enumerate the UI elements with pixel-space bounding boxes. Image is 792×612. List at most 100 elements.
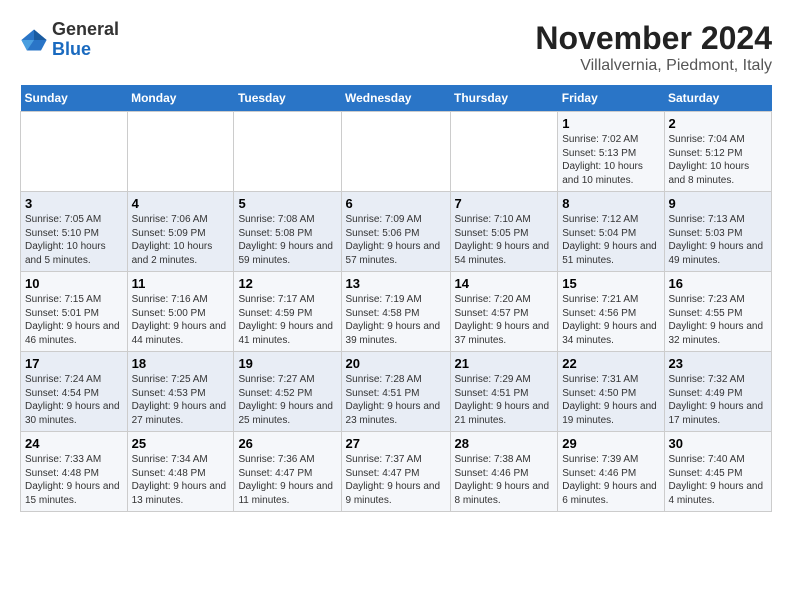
day-info: Sunrise: 7:31 AM Sunset: 4:50 PM Dayligh…: [562, 373, 659, 427]
calendar-cell: 20Sunrise: 7:28 AM Sunset: 4:51 PM Dayli…: [341, 352, 450, 432]
calendar-cell: 9 Sunrise: 7:13 AM Sunset: 5:03 PM Daylig…: [664, 192, 772, 272]
day-number: 19: [238, 356, 336, 371]
calendar-cell: 27 Sunrise: 7:37 AM Sunset: 4:47 PM Dayli…: [341, 432, 450, 512]
day-info: Sunrise: 7:05 AM Sunset: 5:10 PM Dayligh…: [25, 213, 123, 267]
day-info: Sunrise: 7:16 AM Sunset: 5:00 PM Dayligh…: [132, 293, 230, 347]
day-info: Sunrise: 7:17 AM Sunset: 4:59 PM Dayligh…: [238, 293, 336, 347]
calendar-cell: 8 Sunrise: 7:12 AM Sunset: 5:04 PM Daylig…: [558, 192, 664, 272]
day-info: Sunrise: 7:39 AM Sunset: 4:46 PM Dayligh…: [562, 453, 659, 507]
day-info: Sunrise: 7:19 AM Sunset: 4:58 PM Dayligh…: [346, 293, 446, 347]
calendar-cell: 1 Sunrise: 7:02 AM Sunset: 5:13 PM Daylig…: [558, 112, 664, 192]
calendar-week: 1 Sunrise: 7:02 AM Sunset: 5:13 PM Daylig…: [21, 112, 772, 192]
calendar-cell: [450, 112, 558, 192]
main-title: November 2024: [535, 20, 772, 57]
header-row: SundayMondayTuesdayWednesdayThursdayFrid…: [21, 85, 772, 112]
day-info: Sunrise: 7:10 AM Sunset: 5:05 PM Dayligh…: [455, 213, 554, 267]
day-number: 16: [669, 276, 768, 291]
calendar-cell: 4 Sunrise: 7:06 AM Sunset: 5:09 PM Daylig…: [127, 192, 234, 272]
calendar-cell: 2Sunrise: 7:04 AM Sunset: 5:12 PM Daylig…: [664, 112, 772, 192]
header-day: Friday: [558, 85, 664, 112]
calendar-cell: [341, 112, 450, 192]
day-info: Sunrise: 7:20 AM Sunset: 4:57 PM Dayligh…: [455, 293, 554, 347]
logo-text: General Blue: [52, 20, 119, 60]
calendar-cell: 26 Sunrise: 7:36 AM Sunset: 4:47 PM Dayli…: [234, 432, 341, 512]
day-info: Sunrise: 7:28 AM Sunset: 4:51 PM Dayligh…: [346, 373, 446, 427]
day-number: 22: [562, 356, 659, 371]
calendar-cell: [127, 112, 234, 192]
calendar-week: 24 Sunrise: 7:33 AM Sunset: 4:48 PM Dayli…: [21, 432, 772, 512]
day-info: Sunrise: 7:33 AM Sunset: 4:48 PM Dayligh…: [25, 453, 123, 507]
header-day: Saturday: [664, 85, 772, 112]
day-info: Sunrise: 7:34 AM Sunset: 4:48 PM Dayligh…: [132, 453, 230, 507]
calendar-cell: [21, 112, 128, 192]
day-number: 4: [132, 196, 230, 211]
calendar-cell: 12 Sunrise: 7:17 AM Sunset: 4:59 PM Dayli…: [234, 272, 341, 352]
calendar-week: 3 Sunrise: 7:05 AM Sunset: 5:10 PM Daylig…: [21, 192, 772, 272]
day-info: Sunrise: 7:08 AM Sunset: 5:08 PM Dayligh…: [238, 213, 336, 267]
calendar-week: 17Sunrise: 7:24 AM Sunset: 4:54 PM Dayli…: [21, 352, 772, 432]
day-info: Sunrise: 7:27 AM Sunset: 4:52 PM Dayligh…: [238, 373, 336, 427]
day-info: Sunrise: 7:40 AM Sunset: 4:45 PM Dayligh…: [669, 453, 768, 507]
day-info: Sunrise: 7:37 AM Sunset: 4:47 PM Dayligh…: [346, 453, 446, 507]
day-number: 26: [238, 436, 336, 451]
calendar-cell: 16 Sunrise: 7:23 AM Sunset: 4:55 PM Dayli…: [664, 272, 772, 352]
day-number: 21: [455, 356, 554, 371]
calendar-cell: 6 Sunrise: 7:09 AM Sunset: 5:06 PM Daylig…: [341, 192, 450, 272]
calendar-cell: 30 Sunrise: 7:40 AM Sunset: 4:45 PM Dayli…: [664, 432, 772, 512]
day-number: 30: [669, 436, 768, 451]
header-day: Tuesday: [234, 85, 341, 112]
day-number: 7: [455, 196, 554, 211]
day-number: 6: [346, 196, 446, 211]
calendar-week: 10Sunrise: 7:15 AM Sunset: 5:01 PM Dayli…: [21, 272, 772, 352]
day-number: 1: [562, 116, 659, 131]
day-info: Sunrise: 7:38 AM Sunset: 4:46 PM Dayligh…: [455, 453, 554, 507]
calendar-cell: 5Sunrise: 7:08 AM Sunset: 5:08 PM Daylig…: [234, 192, 341, 272]
header-day: Monday: [127, 85, 234, 112]
day-number: 8: [562, 196, 659, 211]
calendar-cell: 19 Sunrise: 7:27 AM Sunset: 4:52 PM Dayli…: [234, 352, 341, 432]
header: General Blue November 2024 Villalvernia,…: [20, 20, 772, 75]
calendar-cell: 23Sunrise: 7:32 AM Sunset: 4:49 PM Dayli…: [664, 352, 772, 432]
day-info: Sunrise: 7:23 AM Sunset: 4:55 PM Dayligh…: [669, 293, 768, 347]
day-number: 9: [669, 196, 768, 211]
day-info: Sunrise: 7:13 AM Sunset: 5:03 PM Dayligh…: [669, 213, 768, 267]
day-info: Sunrise: 7:02 AM Sunset: 5:13 PM Dayligh…: [562, 133, 659, 187]
calendar-cell: 15Sunrise: 7:21 AM Sunset: 4:56 PM Dayli…: [558, 272, 664, 352]
calendar-body: 1 Sunrise: 7:02 AM Sunset: 5:13 PM Daylig…: [21, 112, 772, 512]
day-number: 13: [346, 276, 446, 291]
day-number: 27: [346, 436, 446, 451]
header-day: Wednesday: [341, 85, 450, 112]
calendar-cell: 25 Sunrise: 7:34 AM Sunset: 4:48 PM Dayli…: [127, 432, 234, 512]
day-number: 14: [455, 276, 554, 291]
day-info: Sunrise: 7:36 AM Sunset: 4:47 PM Dayligh…: [238, 453, 336, 507]
calendar-cell: 21Sunrise: 7:29 AM Sunset: 4:51 PM Dayli…: [450, 352, 558, 432]
header-day: Thursday: [450, 85, 558, 112]
calendar-cell: 18 Sunrise: 7:25 AM Sunset: 4:53 PM Dayli…: [127, 352, 234, 432]
day-number: 12: [238, 276, 336, 291]
day-number: 23: [669, 356, 768, 371]
day-info: Sunrise: 7:04 AM Sunset: 5:12 PM Dayligh…: [669, 133, 768, 187]
day-number: 24: [25, 436, 123, 451]
calendar-header: SundayMondayTuesdayWednesdayThursdayFrid…: [21, 85, 772, 112]
day-number: 25: [132, 436, 230, 451]
day-info: Sunrise: 7:24 AM Sunset: 4:54 PM Dayligh…: [25, 373, 123, 427]
day-number: 3: [25, 196, 123, 211]
title-block: November 2024 Villalvernia, Piedmont, It…: [535, 20, 772, 75]
day-number: 18: [132, 356, 230, 371]
day-info: Sunrise: 7:06 AM Sunset: 5:09 PM Dayligh…: [132, 213, 230, 267]
day-number: 29: [562, 436, 659, 451]
calendar-cell: 14 Sunrise: 7:20 AM Sunset: 4:57 PM Dayli…: [450, 272, 558, 352]
logo: General Blue: [20, 20, 119, 60]
day-info: Sunrise: 7:25 AM Sunset: 4:53 PM Dayligh…: [132, 373, 230, 427]
header-day: Sunday: [21, 85, 128, 112]
day-info: Sunrise: 7:09 AM Sunset: 5:06 PM Dayligh…: [346, 213, 446, 267]
calendar-cell: [234, 112, 341, 192]
calendar-cell: 22 Sunrise: 7:31 AM Sunset: 4:50 PM Dayli…: [558, 352, 664, 432]
calendar-cell: 11 Sunrise: 7:16 AM Sunset: 5:00 PM Dayli…: [127, 272, 234, 352]
day-number: 15: [562, 276, 659, 291]
calendar-table: SundayMondayTuesdayWednesdayThursdayFrid…: [20, 85, 772, 512]
day-number: 11: [132, 276, 230, 291]
subtitle: Villalvernia, Piedmont, Italy: [535, 57, 772, 75]
day-info: Sunrise: 7:12 AM Sunset: 5:04 PM Dayligh…: [562, 213, 659, 267]
calendar-cell: 13 Sunrise: 7:19 AM Sunset: 4:58 PM Dayli…: [341, 272, 450, 352]
